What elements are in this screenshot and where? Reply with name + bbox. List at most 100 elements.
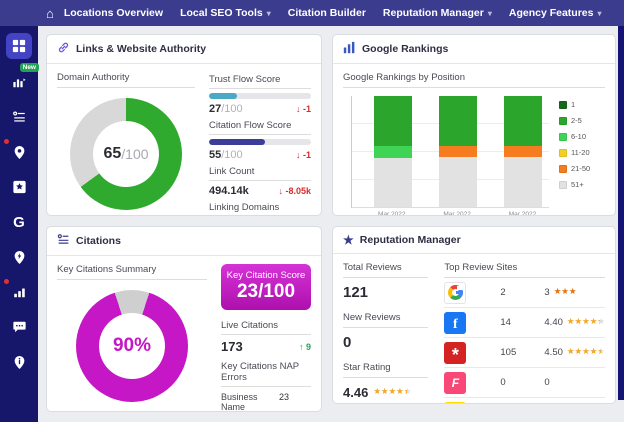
citation-flow-delta: ↓ -1	[296, 150, 311, 160]
foursquare-icon: F	[444, 372, 466, 394]
new-reviews-label: New Reviews	[343, 312, 428, 328]
card-title: Citations	[76, 235, 121, 247]
home-icon[interactable]: ⌂	[46, 6, 54, 21]
no-listing-text: No Listing Found	[555, 403, 605, 404]
score-box-title: Key Citation Score	[221, 270, 311, 281]
stacked-bar	[374, 96, 412, 207]
stacked-bar	[439, 96, 477, 207]
yellowpages-icon: Y	[444, 402, 466, 404]
table-row: Business Name23	[221, 387, 311, 412]
review-stars: ★★★★★★	[554, 288, 577, 297]
key-citation-score-box: Key Citation Score 23/100	[221, 264, 311, 310]
dashboard-grid-icon	[12, 39, 26, 53]
sidebar-item-rank-tracker[interactable]	[6, 280, 32, 304]
total-reviews-value: 121	[343, 284, 428, 301]
sidebar-item-messages[interactable]	[6, 315, 32, 339]
google-g-icon: G	[13, 214, 25, 231]
x-tick-label: Mar 2022	[427, 211, 487, 216]
card-title: Links & Website Authority	[76, 43, 206, 55]
legend-item-2-5: 2-5	[559, 116, 605, 125]
card-title: Reputation Manager	[360, 234, 461, 246]
rankings-legend: 12-56-1011-2021-5051+	[559, 96, 605, 216]
sidebar-item-local-audit[interactable]	[6, 350, 32, 374]
bar-segment-51+	[374, 158, 412, 207]
live-citations-delta: ↑ 9	[299, 342, 311, 352]
bar-segment-6-10	[374, 146, 412, 158]
citations-card-header: Citations	[47, 227, 321, 256]
trust-flow-delta: ↓ -1	[296, 104, 311, 114]
notification-dot	[4, 139, 9, 144]
domain-authority-label: Domain Authority	[57, 72, 195, 88]
pin-bolt-icon	[13, 250, 26, 265]
linking-domains-label: Linking Domains	[209, 200, 311, 216]
citations-donut-value: 90%	[113, 335, 151, 357]
x-axis-labels: Mar 2022 Mar 2022 Mar 2022	[351, 208, 549, 216]
review-count: 2	[500, 287, 544, 298]
info-pin-icon	[13, 355, 26, 370]
bar-segment-51+	[504, 157, 542, 207]
signal-bars-icon	[12, 285, 27, 299]
sidebar-item-google[interactable]: G	[6, 210, 32, 234]
donut-value: 65	[103, 145, 121, 163]
nav-agency-features[interactable]: Agency Features▾	[509, 7, 602, 19]
trust-flow-label: Trust Flow Score	[209, 72, 311, 89]
plot-area	[351, 96, 549, 208]
legend-item-1: 1	[559, 100, 605, 109]
trust-flow-value: 27/100	[209, 103, 243, 115]
nav-citation-builder[interactable]: Citation Builder	[288, 7, 366, 19]
review-rating: 4.50	[544, 347, 563, 358]
review-site-row-google: 2 3 ★★★★★★	[444, 278, 605, 308]
review-site-row-facebook: f 14 4.40★★★★★★★★★★	[444, 308, 605, 338]
nav-locations-overview[interactable]: Locations Overview	[64, 7, 163, 19]
review-count: 0	[500, 377, 544, 388]
nav-reputation-manager[interactable]: Reputation Manager▾	[383, 7, 492, 19]
sidebar: New G	[0, 26, 38, 422]
bar-segment-2-5	[374, 96, 412, 146]
chevron-down-icon: ▾	[267, 9, 271, 18]
link-count-delta: ↓ -8.05k	[278, 186, 311, 196]
nav-local-seo-tools[interactable]: Local SEO Tools▾	[180, 7, 271, 19]
google-icon	[444, 282, 466, 304]
legend-item-11-20: 11-20	[559, 148, 605, 157]
right-edge-strip	[618, 26, 624, 400]
top-nav: ⌂ Locations Overview Local SEO Tools▾ Ci…	[0, 0, 624, 26]
bar-segment-21-50	[439, 146, 477, 157]
review-stars: ★★★★★★★★★★	[567, 348, 605, 357]
reputation-manager-card: ★ Reputation Manager Total Reviews 121 N…	[332, 226, 616, 404]
review-site-row-yelp: * 105 4.50 ★★★★★★★★★★	[444, 338, 605, 368]
sidebar-item-dashboard[interactable]	[6, 33, 32, 59]
citations-summary-label: Key Citations Summary	[57, 264, 207, 280]
stacked-bar	[504, 96, 542, 207]
sidebar-item-citations[interactable]	[6, 105, 32, 129]
sidebar-item-gbp[interactable]	[6, 245, 32, 269]
sidebar-item-geogrid[interactable]	[6, 140, 32, 164]
review-stars: ★★★★★★★★★★	[567, 318, 605, 327]
top-review-sites-label: Top Review Sites	[444, 262, 605, 278]
star-rating-value: 4.46	[343, 385, 368, 400]
review-site-row-foursquare: F 0 0	[444, 368, 605, 398]
yelp-icon: *	[444, 342, 466, 364]
total-reviews-label: Total Reviews	[343, 262, 428, 278]
sidebar-item-reviews[interactable]	[6, 175, 32, 199]
sidebar-item-rankings[interactable]: New	[6, 70, 32, 94]
review-count: 14	[500, 317, 544, 328]
review-rating: 3	[544, 287, 549, 298]
legend-item-6-10: 6-10	[559, 132, 605, 141]
bar-segment-51+	[439, 157, 477, 207]
chevron-down-icon: ▾	[597, 9, 601, 18]
link-count-label: Link Count	[209, 164, 311, 181]
domain-authority-donut: 65/100	[70, 98, 182, 210]
card-title: Google Rankings	[362, 43, 448, 55]
star-rating-label: Star Rating	[343, 362, 428, 378]
links-authority-card: Links & Website Authority Domain Authori…	[46, 34, 322, 216]
nap-errors-label: Key Citations NAP Errors	[221, 359, 311, 387]
citation-flow-value: 55/100	[209, 149, 243, 161]
citations-donut: 90%	[76, 290, 188, 402]
bar-segment-21-50	[504, 146, 542, 157]
facebook-icon: f	[444, 312, 466, 334]
review-count: 105	[500, 347, 544, 358]
review-rating: 0	[544, 377, 549, 388]
trust-flow-bar	[209, 93, 311, 99]
citations-stack-icon	[57, 233, 70, 249]
rankings-card-header: Google Rankings	[333, 35, 615, 64]
